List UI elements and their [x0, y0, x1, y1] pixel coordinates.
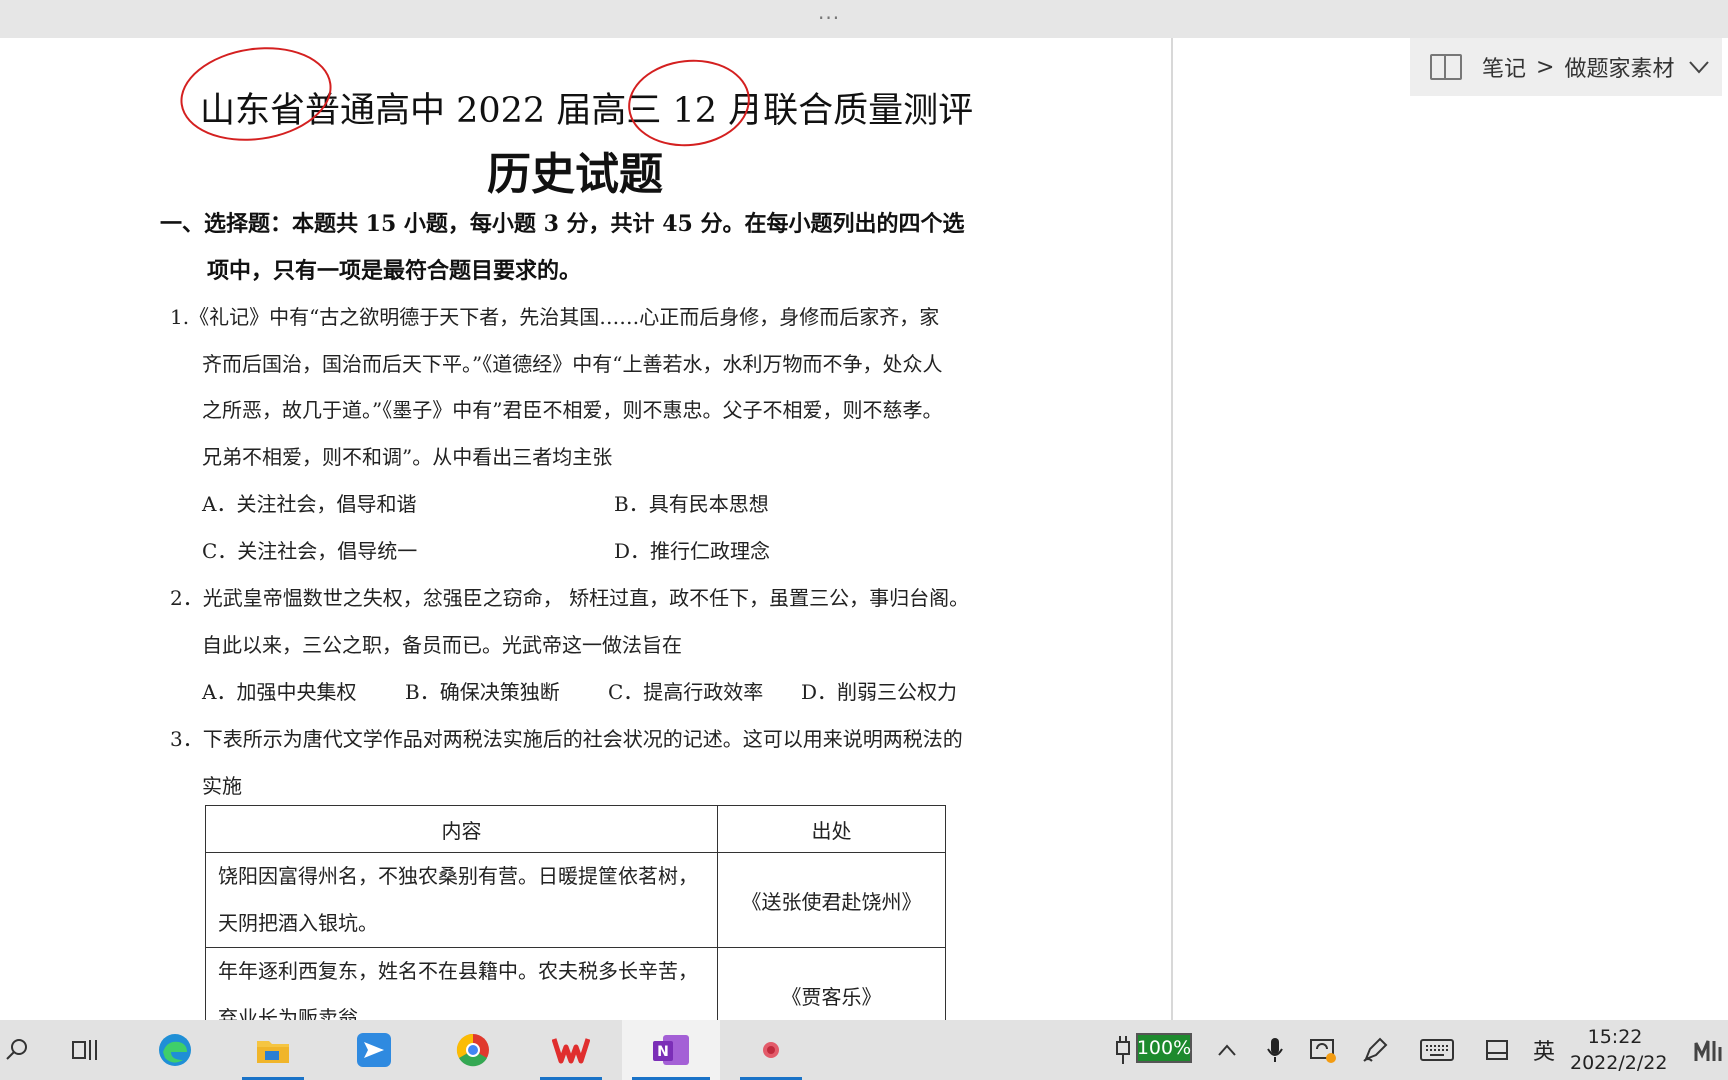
- option-c: C．提高行政效率: [608, 680, 764, 704]
- taskbar: N 100% 英 15:22 2022/2/22: [0, 1020, 1728, 1080]
- breadcrumb-separator: >: [1536, 54, 1555, 80]
- wps-office-icon[interactable]: [530, 1020, 612, 1080]
- clock-date: 2022/2/22: [1570, 1052, 1668, 1074]
- option-d: D．削弱三公权力: [801, 680, 958, 704]
- option-a: A．加强中央集权: [202, 680, 357, 704]
- sync-status-icon[interactable]: [1308, 1020, 1338, 1080]
- option-b: B．确保决策独断: [405, 680, 560, 704]
- table-header: 出处: [717, 805, 946, 853]
- question-text: 自此以来，三公之职，备员而已。光武帝这一做法旨在: [202, 633, 682, 657]
- show-desktop-icon[interactable]: [1690, 1020, 1728, 1080]
- page-title: 山东省普通高中 2022 届高三 12 月联合质量测评: [200, 91, 974, 131]
- edge-browser-icon[interactable]: [148, 1020, 202, 1080]
- onenote-icon[interactable]: N: [622, 1020, 720, 1080]
- chrome-icon[interactable]: [446, 1020, 500, 1080]
- question-text: 3．下表所示为唐代文学作品对两税法实施后的社会状况的记述。这可以用来说明两税法的: [170, 727, 963, 751]
- task-view-icon[interactable]: [60, 1020, 112, 1080]
- option-b: B．具有民本思想: [614, 492, 769, 516]
- option-c: C．关注社会，倡导统一: [202, 539, 418, 563]
- source-table: 内容 出处 饶阳因富得州名，不独农桑别有营。日暖提筐依茗树， 天阴把酒入银坑。 …: [205, 805, 946, 1043]
- breadcrumb-notebook[interactable]: 笔记: [1482, 51, 1526, 83]
- chevron-up-icon[interactable]: [1212, 1020, 1242, 1080]
- breadcrumb-section[interactable]: 做题家素材: [1564, 51, 1674, 83]
- microphone-icon[interactable]: [1260, 1020, 1290, 1080]
- window-drag-bar[interactable]: ···: [0, 0, 1728, 38]
- mail-app-icon[interactable]: [346, 1020, 402, 1080]
- file-explorer-icon[interactable]: [232, 1020, 314, 1080]
- question-text: 兄弟不相爱，则不和调”。从中看出三者均主张: [202, 445, 613, 469]
- chevron-down-icon[interactable]: [1688, 55, 1710, 80]
- question-text: 实施: [202, 774, 242, 798]
- clock-time: 15:22: [1587, 1026, 1643, 1048]
- system-clock[interactable]: 15:22 2022/2/22: [1570, 1024, 1668, 1076]
- table-header-row: 内容 出处: [205, 805, 946, 853]
- table-cell-content: 饶阳因富得州名，不独农桑别有营。日暖提筐依茗树， 天阴把酒入银坑。: [205, 852, 718, 948]
- option-a: A．关注社会，倡导和谐: [202, 492, 417, 516]
- power-plug-icon[interactable]: [1110, 1020, 1136, 1080]
- pen-icon[interactable]: [1360, 1020, 1390, 1080]
- notebook-icon[interactable]: [1430, 54, 1462, 80]
- battery-indicator[interactable]: 100%: [1136, 1033, 1192, 1063]
- page-subtitle: 历史试题: [487, 149, 663, 200]
- table-cell-source: 《送张使君赴饶州》: [717, 852, 946, 948]
- question-text: 2．光武皇帝愠数世之失权，忿强臣之窃命， 矫枉过直，政不任下，虽置三公，事归台阁…: [170, 586, 970, 610]
- notebook-breadcrumb[interactable]: 笔记 > 做题家素材: [1410, 38, 1722, 96]
- question-text: 齐而后国治，国治而后天下平。”《道德经》中有“上善若水，水利万物而不争，处众人: [202, 352, 943, 376]
- svg-text:N: N: [657, 1044, 669, 1060]
- touch-keyboard-icon[interactable]: [1418, 1020, 1456, 1080]
- question-text: 之所恶，故几于道。”《墨子》中有”君臣不相爱，则不惠忠。父子不相爱，则不慈孝。: [202, 398, 943, 422]
- section-heading-cont: 项中，只有一项是最符合题目要求的。: [207, 258, 582, 284]
- table-header: 内容: [205, 805, 718, 853]
- search-icon[interactable]: [0, 1020, 34, 1080]
- table-row: 饶阳因富得州名，不独农桑别有营。日暖提筐依茗树， 天阴把酒入银坑。 《送张使君赴…: [205, 852, 946, 948]
- section-heading: 一、选择题：本题共 15 小题，每小题 3 分，共计 45 分。在每小题列出的四…: [160, 211, 965, 237]
- option-d: D．推行仁政理念: [614, 539, 771, 563]
- more-options-icon[interactable]: ···: [818, 6, 840, 30]
- notes-pane[interactable]: [1173, 38, 1728, 1020]
- question-text: 1.《礼记》中有“古之欲明德于天下者，先治其国……心正而后身修，身修而后家齐，家: [170, 305, 940, 329]
- tablet-display-icon[interactable]: [1482, 1020, 1512, 1080]
- screen-recorder-icon[interactable]: [730, 1020, 812, 1080]
- input-method-indicator[interactable]: 英: [1528, 1020, 1560, 1080]
